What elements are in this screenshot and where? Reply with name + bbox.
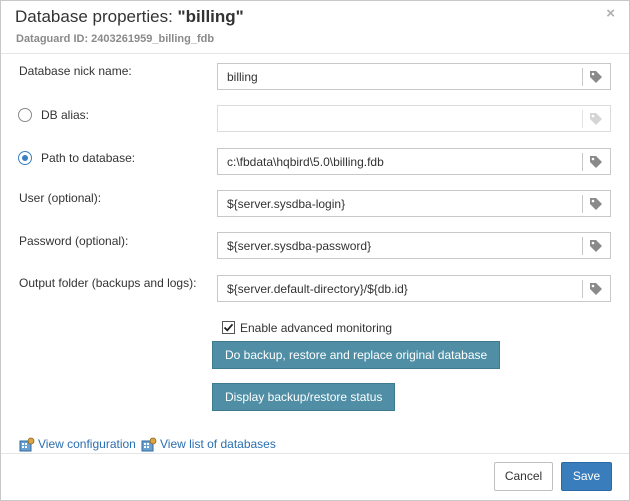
field-divider [582,237,583,255]
output-folder-field[interactable]: ${server.default-directory}/${db.id} [217,275,611,302]
path-to-database-field[interactable]: c:\fbdata\hqbird\5.0\billing.fdb [217,148,611,175]
tag-icon[interactable] [589,70,603,84]
password-label: Password (optional): [19,234,129,248]
tag-icon[interactable] [589,197,603,211]
output-folder-label: Output folder (backups and logs): [19,276,197,290]
cancel-button[interactable]: Cancel [494,462,553,491]
dialog-title-prefix: Database properties: [15,7,178,26]
tag-icon[interactable] [589,112,603,126]
field-divider [582,68,583,86]
db-alias-field[interactable] [217,105,611,132]
field-divider [582,195,583,213]
view-configuration-link[interactable]: View configuration [38,437,136,451]
field-divider [582,153,583,171]
field-divider [582,110,583,128]
database-config-icon [19,437,35,452]
advanced-monitoring-label: Enable advanced monitoring [240,321,393,335]
view-databases-link[interactable]: View list of databases [160,437,276,451]
checkmark-icon [223,323,234,332]
database-properties-dialog: Database properties: "billing" Dataguard… [0,0,630,501]
tag-icon[interactable] [589,155,603,169]
dialog-title: Database properties: "billing" [15,7,244,27]
password-field[interactable]: ${server.sysdba-password} [217,232,611,259]
user-field[interactable]: ${server.sysdba-login} [217,190,611,217]
password-value: ${server.sysdba-password} [227,239,372,253]
field-divider [582,280,583,298]
close-icon[interactable]: × [606,5,615,22]
user-value: ${server.sysdba-login} [227,197,346,211]
user-label: User (optional): [19,191,102,205]
db-alias-label: DB alias: [41,108,90,122]
dialog-title-db-name: "billing" [177,7,244,26]
path-to-database-label: Path to database: [41,151,136,165]
tag-icon[interactable] [589,239,603,253]
dialog-header: Database properties: "billing" Dataguard… [1,1,629,54]
path-to-database-radio[interactable] [18,151,32,165]
db-alias-radio[interactable] [18,108,32,122]
backup-status-button[interactable]: Display backup/restore status [212,383,396,411]
advanced-monitoring-checkbox[interactable] [222,321,235,334]
database-list-icon [141,437,157,452]
nickname-label: Database nick name: [19,64,132,78]
output-folder-value: ${server.default-directory}/${db.id} [227,282,408,296]
dataguard-id: Dataguard ID: 2403261959_billing_fdb [16,33,215,45]
nickname-field[interactable]: billing [217,63,611,90]
tag-icon[interactable] [589,282,603,296]
backup-restore-button[interactable]: Do backup, restore and replace original … [212,341,501,369]
nickname-value: billing [227,70,258,84]
path-value: c:\fbdata\hqbird\5.0\billing.fdb [227,155,384,169]
save-button[interactable]: Save [561,462,612,491]
